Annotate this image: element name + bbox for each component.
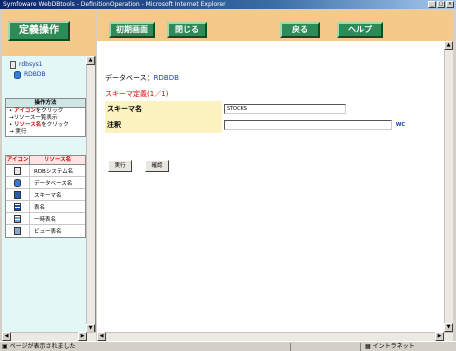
howto-line-2: →リソース一覧表示 [9,115,58,121]
status-divider [360,343,361,351]
legend-label: 表名 [34,204,46,211]
status-text: ▣ ページが表示されました [2,343,76,350]
howto-line-4: → 実行 [9,129,27,135]
comment-label: 注釈 [105,117,222,133]
sidebar-vertical-scrollbar[interactable]: ▲ ▼ [86,56,95,333]
window-title: Symfoware WebDBtools - DefinitionOperati… [3,1,226,8]
tree-item-label[interactable]: rdbsys1 [19,60,43,70]
home-button[interactable]: 初期画面 [109,22,155,38]
howto-line-3: • リソース名をクリック [9,122,69,128]
maximize-button[interactable]: □ [437,1,445,8]
database-label: データベース：RDBDB [105,74,179,82]
form-row-schema: スキーマ名 STOCKS [105,101,405,117]
confirm-button[interactable]: 確認 [145,160,169,172]
legend-row: ビュー表名 [6,225,85,237]
legend-col-icon: アイコン [6,156,30,164]
legend-label: RDBシステム名 [34,168,74,175]
resource-tree: rdbsys1 RDBDB [10,60,46,80]
system-icon[interactable] [10,61,16,69]
section-title: スキーマ定義(1／1) [105,90,169,98]
main-horizontal-scrollbar[interactable]: ◀ ▶ [97,332,453,341]
schema-name-input[interactable]: STOCKS [223,104,346,114]
database-name: RDBDB [153,74,179,82]
legend-row: RDBシステム名 [6,165,85,177]
database-icon [14,178,21,187]
tree-item-rdbsys1[interactable]: rdbsys1 [10,60,46,70]
status-divider [290,343,291,351]
scroll-right-arrow-icon[interactable]: ▶ [435,332,444,341]
rdb-system-icon [14,166,21,175]
minimize-button[interactable]: _ [428,1,436,8]
schema-form: スキーマ名 STOCKS 注釈 WC [105,101,405,133]
wc-tag: WC [395,122,405,128]
legend-row: 表名 [6,201,85,213]
help-button[interactable]: ヘルプ [337,22,383,38]
status-bar: ▣ ページが表示されました ▦ イントラネット [0,341,456,351]
legend-row: 一時表名 [6,213,85,225]
sidebar-frame: 定義操作 rdbsys1 RDBDB 操作方法 • アイコンをクリック →リソー… [2,10,96,341]
schema-name-label: スキーマ名 [105,101,222,117]
close-button[interactable]: 閉じる [167,22,207,38]
view-table-icon [14,227,21,235]
sidebar-header: 定義操作 [2,10,96,56]
temp-table-icon [14,214,21,223]
howto-box: 操作方法 • アイコンをクリック →リソース一覧表示 • リソース名をクリック … [5,98,86,137]
form-row-comment: 注釈 WC [105,117,405,133]
scroll-left-arrow-icon[interactable]: ◀ [2,332,11,341]
legend-col-name: リソース名 [43,157,72,163]
howto-line-1: • アイコンをクリック [9,108,64,114]
legend-row: スキーマ名 [6,189,85,201]
tree-item-rdbdb[interactable]: RDBDB [10,70,46,80]
legend-header: アイコン リソース名 [6,156,85,165]
legend-label: 一時表名 [34,216,57,223]
scroll-up-arrow-icon[interactable]: ▲ [444,41,453,50]
legend-label: スキーマ名 [34,192,62,199]
legend-row: データベース名 [6,177,85,189]
scroll-left-arrow-icon[interactable]: ◀ [97,332,106,341]
table-icon [14,202,21,211]
schema-icon [14,190,21,199]
back-button[interactable]: 戻る [280,22,320,38]
window-titlebar: Symfoware WebDBtools - DefinitionOperati… [0,0,456,9]
legend-label: ビュー表名 [34,229,62,235]
scroll-right-arrow-icon[interactable]: ▶ [78,332,87,341]
howto-heading: 操作方法 [6,99,85,108]
main-toolbar: 初期画面 閉じる 戻る ヘルプ [97,10,453,41]
sidebar-horizontal-scrollbar[interactable]: ◀ ▶ [2,332,96,341]
close-window-button[interactable]: × [446,1,454,8]
database-icon[interactable] [14,71,21,79]
main-vertical-scrollbar[interactable]: ▲ ▼ [444,41,453,332]
zone-indicator: ▦ イントラネット [365,343,415,350]
main-frame: 初期画面 閉じる 戻る ヘルプ データベース：RDBDB スキーマ定義(1／1)… [97,10,453,341]
sidebar-title-button[interactable]: 定義操作 [8,21,70,41]
icon-legend: アイコン リソース名 RDBシステム名 データベース名 スキーマ名 表名 一時表… [5,155,86,238]
tree-item-label[interactable]: RDBDB [24,70,46,80]
legend-label: データベース名 [34,180,73,187]
scroll-down-arrow-icon[interactable]: ▼ [444,323,453,332]
scroll-up-arrow-icon[interactable]: ▲ [86,56,95,65]
comment-input[interactable] [223,120,392,130]
execute-button[interactable]: 実行 [108,160,132,172]
